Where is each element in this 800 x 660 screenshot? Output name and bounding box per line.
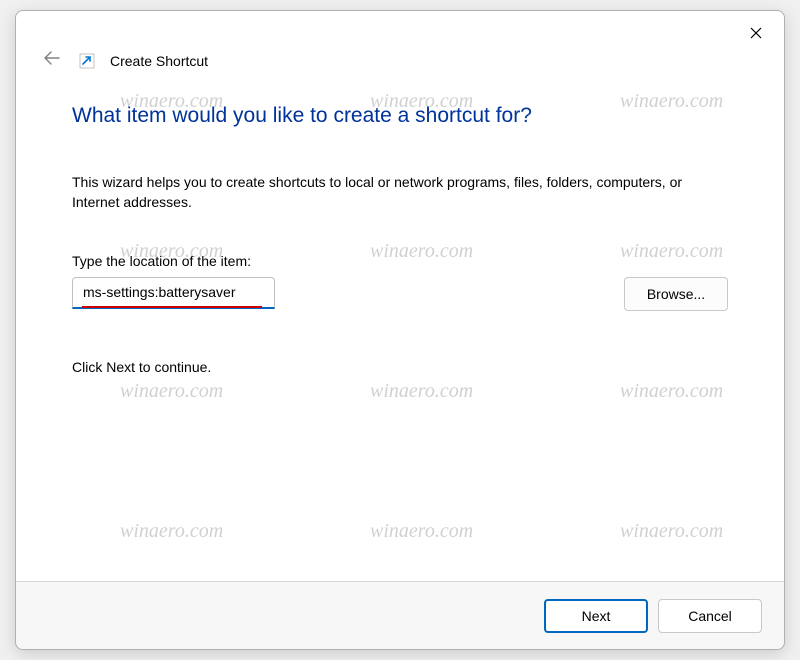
input-wrapper — [72, 277, 606, 309]
cancel-button[interactable]: Cancel — [658, 599, 762, 633]
content-area: What item would you like to create a sho… — [16, 82, 784, 581]
close-button[interactable] — [742, 19, 770, 47]
dialog-title: Create Shortcut — [110, 53, 208, 69]
create-shortcut-dialog: Create Shortcut What item would you like… — [15, 10, 785, 650]
location-input[interactable] — [72, 277, 275, 309]
location-field-label: Type the location of the item: — [72, 253, 728, 269]
input-row: Browse... — [72, 277, 728, 311]
dialog-footer: Next Cancel — [16, 581, 784, 649]
close-icon — [750, 27, 762, 39]
back-arrow-icon — [44, 51, 60, 65]
back-button[interactable] — [40, 47, 64, 74]
wizard-description: This wizard helps you to create shortcut… — [72, 172, 728, 213]
annotation-underline — [82, 306, 262, 308]
shortcut-icon — [78, 52, 96, 70]
header-row: Create Shortcut — [16, 47, 784, 82]
next-button[interactable]: Next — [544, 599, 648, 633]
titlebar — [16, 11, 784, 51]
main-heading: What item would you like to create a sho… — [72, 104, 728, 128]
browse-button[interactable]: Browse... — [624, 277, 728, 311]
continue-hint: Click Next to continue. — [72, 359, 728, 375]
